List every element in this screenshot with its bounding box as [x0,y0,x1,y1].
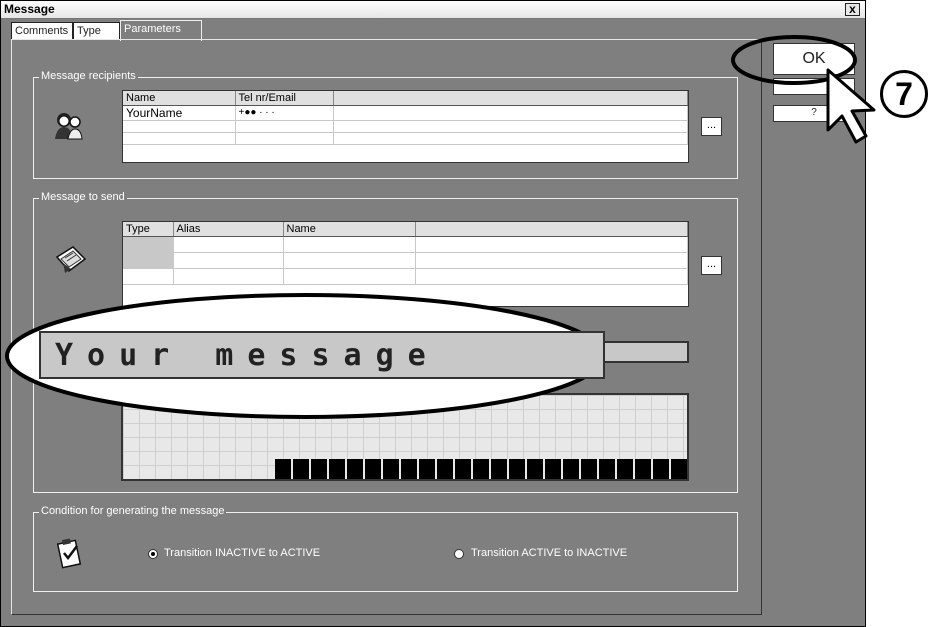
close-button[interactable]: x [845,3,860,16]
column-header-contact[interactable]: Tel nr/Email [235,91,334,106]
table-row[interactable]: YourName +●● · · · [123,105,688,121]
magnified-message-callout: Your message [3,291,608,421]
table-row[interactable] [123,120,688,133]
table-cell[interactable] [333,105,688,121]
browse-message-button[interactable]: ... [701,256,722,275]
radio-label-inactive-to-active: Transition INACTIVE to ACTIVE [164,547,321,559]
message-display-text: Your message [55,338,440,373]
browse-recipients-button[interactable]: ... [701,117,722,136]
condition-group [33,512,738,592]
condition-group-label: Condition for generating the message [39,505,227,517]
step-number-badge: 7 [880,70,928,118]
message-display: Your message [39,331,605,379]
people-icon [51,109,87,145]
table-row[interactable] [123,252,688,269]
clipboard-icon [53,536,87,570]
column-header-blank [415,222,688,237]
column-header-blank [333,91,688,106]
recipients-table[interactable]: Name Tel nr/Email YourName +●● · · · [122,90,689,163]
recipient-name-cell[interactable]: YourName [123,105,236,121]
message-icon [53,241,89,277]
table-header-row: Name Tel nr/Email [123,91,688,106]
tab-type[interactable]: Type [73,22,120,40]
title-bar: Message x [1,1,865,19]
table-row[interactable] [123,268,688,285]
tab-comments[interactable]: Comments [11,22,73,40]
radio-label-active-to-inactive: Transition ACTIVE to INACTIVE [471,547,628,559]
table-row[interactable] [123,236,688,253]
radio-active-to-inactive[interactable] [454,549,464,559]
column-header-name[interactable]: Name [123,91,236,106]
tab-parameters[interactable]: Parameters [120,20,202,41]
recipient-contact-cell[interactable]: +●● · · · [235,105,334,121]
column-header-type[interactable]: Type [123,222,174,237]
display-pixels [275,459,687,479]
column-header-name[interactable]: Name [283,222,416,237]
column-header-alias[interactable]: Alias [173,222,284,237]
message-group-label: Message to send [39,191,127,203]
table-header-row: Type Alias Name [123,222,688,237]
table-row[interactable] [123,132,688,145]
recipients-group-label: Message recipients [39,70,138,82]
cursor-arrow-icon [826,68,876,144]
message-text-field[interactable] [601,341,689,363]
radio-inactive-to-active[interactable] [148,549,158,559]
window-title: Message [4,2,55,16]
